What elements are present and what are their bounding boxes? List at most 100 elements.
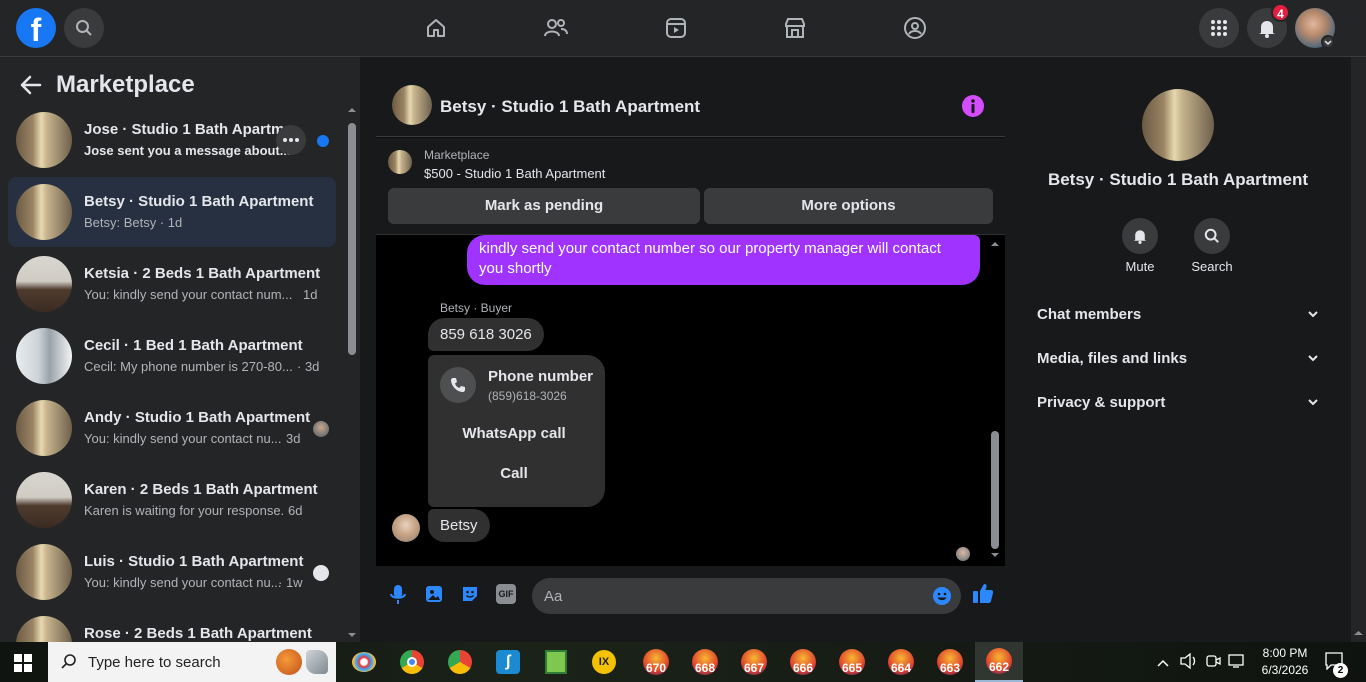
conversation-preview: Karen is waiting for your response. · (84, 503, 293, 518)
conversation-item[interactable]: Luis · Studio 1 Bath Apartment You: kind… (8, 537, 336, 607)
call-button[interactable]: Call (440, 457, 588, 491)
listing-thumbnail (16, 616, 72, 642)
phone-icon (440, 367, 476, 403)
account-chevron-icon[interactable] (1321, 35, 1335, 49)
taskbar-app-665[interactable]: 665 (828, 642, 876, 682)
message-thread[interactable]: kindly send your contact number so our p… (376, 235, 1005, 566)
conversation-item[interactable]: Karen · 2 Beds 1 Bath Apartment Karen is… (8, 465, 336, 535)
emoji-icon[interactable] (932, 586, 952, 611)
taskbar-app-chrome-profile[interactable] (436, 642, 484, 682)
taskbar-app-chrome[interactable] (388, 642, 436, 682)
volume-icon[interactable] (1180, 652, 1198, 674)
more-options-button[interactable]: More options (704, 188, 993, 224)
incoming-number-bubble[interactable]: 859 618 3026 (428, 318, 544, 351)
conversation-preview: You: kindly send your contact num... (84, 287, 293, 302)
menu-grid-icon[interactable] (1199, 8, 1239, 48)
sidebar-scrollbar[interactable] (345, 105, 359, 642)
taskbar-app-670[interactable]: 670 (632, 642, 680, 682)
microphone-icon[interactable] (388, 584, 408, 611)
thread-scrollbar[interactable] (988, 235, 1002, 566)
groups-icon[interactable] (859, 0, 971, 56)
incoming-message-bubble[interactable]: Betsy (428, 509, 490, 542)
seen-avatar (956, 547, 970, 561)
conversation-time: 3d (286, 431, 301, 446)
chat-title[interactable]: Betsy · Studio 1 Bath Apartment (440, 97, 700, 117)
info-icon[interactable] (962, 95, 984, 117)
windows-taskbar: Type here to search ʃ IX 670 668 667 666… (0, 642, 1366, 682)
message-composer: GIF Aa (376, 566, 1005, 626)
show-hidden-icons-chevron-icon[interactable] (1157, 655, 1169, 673)
taskbar-app-664[interactable]: 664 (877, 642, 925, 682)
marketplace-icon[interactable] (739, 0, 851, 56)
phone-card-number: (859)618-3026 (488, 389, 567, 403)
app-label: 665 (839, 649, 865, 675)
taskbar-app-667[interactable]: 667 (730, 642, 778, 682)
conversation-item[interactable]: Cecil · 1 Bed 1 Bath Apartment Cecil: My… (8, 321, 336, 391)
conversation-item-active[interactable]: Betsy · Studio 1 Bath Apartment Betsy: B… (8, 177, 336, 247)
conversation-item[interactable]: Ketsia · 2 Beds 1 Bath Apartment You: ki… (8, 249, 336, 319)
conversation-item[interactable]: Rose · 2 Beds 1 Bath Apartment (8, 609, 336, 642)
message-input[interactable]: Aa (532, 578, 961, 614)
chat-listing-avatar[interactable] (392, 85, 432, 125)
taskbar-search-box[interactable]: Type here to search (48, 642, 336, 682)
clock-time[interactable]: 8:00 PM (1252, 646, 1318, 660)
home-icon[interactable] (380, 0, 492, 56)
taskbar-app-668[interactable]: 668 (681, 642, 729, 682)
sender-avatar[interactable] (392, 514, 420, 542)
sticker-icon[interactable] (460, 584, 480, 609)
app-label: 662 (986, 648, 1012, 674)
search-conversation-icon[interactable] (1194, 218, 1230, 254)
search-icon[interactable] (64, 8, 104, 48)
conversation-name: Karen · 2 Beds 1 Bath Apartment (84, 481, 318, 498)
windows-start-icon[interactable] (14, 654, 32, 677)
conversation-name: Luis · Studio 1 Bath Apartment (84, 553, 304, 570)
mark-as-pending-button[interactable]: Mark as pending (388, 188, 700, 224)
phone-number-card: Phone number (859)618-3026 WhatsApp call… (428, 355, 605, 507)
watch-video-icon[interactable] (620, 0, 732, 56)
network-icon[interactable] (1228, 653, 1246, 674)
details-title: Betsy · Studio 1 Bath Apartment (1047, 170, 1309, 189)
mute-bell-icon[interactable] (1122, 218, 1158, 254)
listing-title[interactable]: $500 - Studio 1 Bath Apartment (424, 166, 605, 181)
conversation-item[interactable]: Andy · Studio 1 Bath Apartment You: kind… (8, 393, 336, 463)
notification-count-badge: 2 (1333, 663, 1348, 678)
conversation-name: Jose · Studio 1 Bath Apartme (84, 121, 293, 138)
like-thumbs-up-icon[interactable] (972, 582, 994, 609)
conversation-item[interactable]: Jose · Studio 1 Bath Apartme Jose sent y… (8, 105, 336, 175)
app-label: 666 (790, 649, 816, 675)
chat-members-section[interactable]: Chat members (1037, 294, 1319, 334)
conversation-name: Betsy · Studio 1 Bath Apartment (84, 193, 314, 210)
chat-panel: Betsy · Studio 1 Bath Apartment Marketpl… (376, 73, 1005, 626)
search-highlight-image (276, 649, 328, 675)
taskbar-app-666[interactable]: 666 (779, 642, 827, 682)
clock-date[interactable]: 6/3/2026 (1252, 663, 1318, 677)
photo-attach-icon[interactable] (424, 584, 444, 609)
taskbar-app-paint[interactable] (340, 642, 388, 682)
taskbar-app-spreadsheet[interactable] (532, 642, 580, 682)
taskbar-app-s-icon[interactable]: ʃ (484, 642, 532, 682)
outgoing-message-bubble[interactable]: kindly send your contact number so our p… (467, 235, 980, 285)
more-options-icon[interactable] (276, 125, 306, 155)
taskbar-app-ix[interactable]: IX (580, 642, 628, 682)
search-label[interactable]: Search (1182, 259, 1242, 274)
meet-now-icon[interactable] (1205, 653, 1221, 674)
conversation-time: 1d (303, 287, 318, 302)
listing-source: Marketplace (424, 148, 490, 162)
details-listing-avatar[interactable] (1142, 89, 1214, 161)
mute-label[interactable]: Mute (1110, 259, 1170, 274)
media-files-links-section[interactable]: Media, files and links (1037, 338, 1319, 378)
back-arrow-icon[interactable] (20, 75, 42, 100)
gif-icon[interactable]: GIF (496, 584, 516, 604)
listing-thumbnail (16, 328, 72, 384)
friends-icon[interactable] (500, 0, 612, 56)
taskbar-app-662[interactable]: 662 (975, 642, 1023, 682)
facebook-logo[interactable]: f (16, 8, 56, 48)
privacy-support-section[interactable]: Privacy & support (1037, 382, 1319, 422)
taskbar-app-663[interactable]: 663 (926, 642, 974, 682)
app-label: 670 (643, 649, 669, 675)
conversation-preview: You: kindly send your contact nu... (84, 431, 282, 446)
page-scrollbar[interactable] (1351, 57, 1366, 642)
whatsapp-call-button[interactable]: WhatsApp call (440, 417, 588, 451)
taskbar-search-placeholder: Type here to search (88, 653, 221, 671)
conversation-details-panel: Betsy · Studio 1 Bath Apartment Mute Sea… (1021, 73, 1335, 626)
